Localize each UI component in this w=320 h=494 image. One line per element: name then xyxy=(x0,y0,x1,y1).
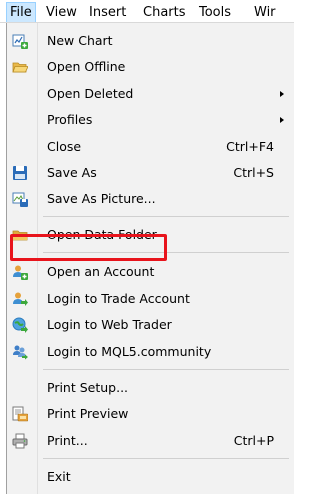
menu-item-open-an-account[interactable]: Open an Account xyxy=(7,260,294,284)
printer-icon xyxy=(12,433,28,449)
menu-item-print-setup[interactable]: Print Setup... xyxy=(7,376,294,400)
menu-item-new-chart[interactable]: New Chart xyxy=(7,29,294,53)
menu-item-label: Exit xyxy=(47,469,71,484)
menu-item-label: Open an Account xyxy=(47,264,155,279)
menu-item-label: Profiles xyxy=(47,112,93,127)
open-account-icon xyxy=(12,264,28,280)
menu-item-save-as[interactable]: Save As Ctrl+S xyxy=(7,161,294,185)
menu-item-label: Print Setup... xyxy=(47,380,129,395)
highlight-box xyxy=(10,234,167,261)
menu-item-label: Open Offline xyxy=(47,59,126,74)
menu-item-label: Print... xyxy=(47,433,88,448)
menubar-file[interactable]: File xyxy=(6,2,36,22)
menubar-tools[interactable]: Tools xyxy=(196,3,234,22)
menu-item-shortcut: Ctrl+S xyxy=(233,165,274,180)
save-icon xyxy=(12,165,28,181)
menu-item-save-as-picture[interactable]: Save As Picture... xyxy=(7,187,294,211)
menu-separator xyxy=(43,369,289,370)
mql5-community-icon xyxy=(12,344,28,360)
menubar-charts[interactable]: Charts xyxy=(140,3,189,22)
menu-item-label: Login to Trade Account xyxy=(47,291,190,306)
menu-item-label: Open Deleted xyxy=(47,86,134,101)
menu-item-print[interactable]: Print... Ctrl+P xyxy=(7,429,294,453)
menu-item-label: Print Preview xyxy=(47,406,129,421)
menubar-window[interactable]: Wir xyxy=(251,3,279,22)
menu-item-close[interactable]: Close Ctrl+F4 xyxy=(7,135,294,159)
menu-item-open-deleted[interactable]: Open Deleted xyxy=(7,82,294,106)
menu-item-login-mql5-community[interactable]: Login to MQL5.community xyxy=(7,340,294,364)
menu-item-profiles[interactable]: Profiles xyxy=(7,108,294,132)
menu-item-label: Login to MQL5.community xyxy=(47,344,212,359)
menu-item-label: Save As Picture... xyxy=(47,191,156,206)
menubar-insert[interactable]: Insert xyxy=(86,3,129,22)
menu-separator xyxy=(43,458,289,459)
menubar-view[interactable]: View xyxy=(43,3,80,22)
menu-item-login-web-trader[interactable]: Login to Web Trader xyxy=(7,313,294,337)
menu-item-label: Close xyxy=(47,139,82,154)
menu-item-shortcut: Ctrl+P xyxy=(233,433,274,448)
print-preview-icon xyxy=(12,406,29,422)
menu-item-print-preview[interactable]: Print Preview xyxy=(7,402,294,426)
menu-item-label: New Chart xyxy=(47,33,113,48)
menu-item-label: Login to Web Trader xyxy=(47,317,172,332)
menu-item-label: Save As xyxy=(47,165,97,180)
menu-item-open-offline[interactable]: Open Offline xyxy=(7,55,294,79)
menu-item-shortcut: Ctrl+F4 xyxy=(226,139,274,154)
menu-item-login-trade-account[interactable]: Login to Trade Account xyxy=(7,287,294,311)
menu-item-exit[interactable]: Exit xyxy=(7,465,294,489)
web-trader-icon xyxy=(12,317,28,333)
submenu-arrow-icon xyxy=(280,117,284,123)
new-chart-icon xyxy=(12,33,28,49)
submenu-arrow-icon xyxy=(280,91,284,97)
open-folder-icon xyxy=(12,59,29,75)
login-trade-icon xyxy=(12,291,28,307)
menu-bar: File View Insert Charts Tools Wir xyxy=(0,0,294,23)
menu-separator xyxy=(43,216,289,217)
save-picture-icon xyxy=(12,191,28,207)
